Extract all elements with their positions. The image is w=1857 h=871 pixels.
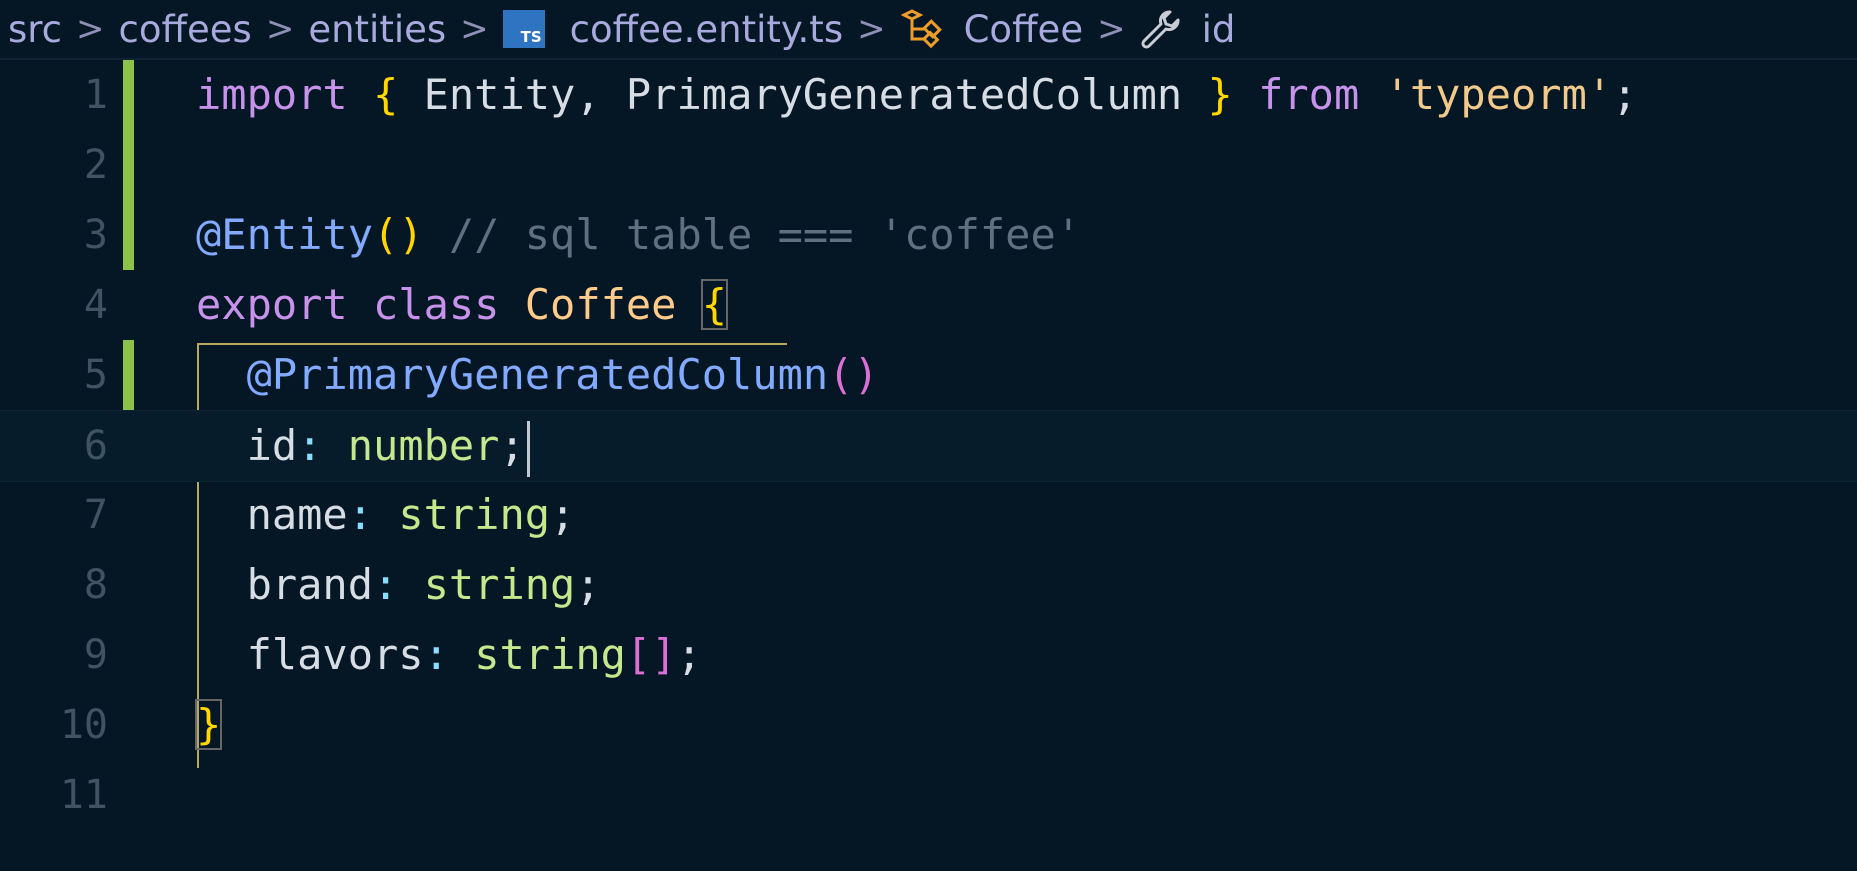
code-text: id: number; — [196, 411, 530, 481]
code-line-2[interactable]: 2 — [0, 130, 1857, 200]
line-number: 9 — [83, 632, 108, 678]
breadcrumb-src[interactable]: src — [8, 8, 62, 51]
code-line-10[interactable]: 10 } — [0, 690, 1857, 760]
line-number: 6 — [83, 423, 108, 469]
git-modified-indicator — [123, 60, 134, 130]
breadcrumb-coffees[interactable]: coffees — [119, 8, 252, 51]
code-line-1[interactable]: 1 import { Entity, PrimaryGeneratedColum… — [0, 60, 1857, 130]
code-text: brand: string; — [246, 560, 601, 609]
line-number: 4 — [83, 282, 108, 328]
breadcrumb-property[interactable]: id — [1140, 7, 1236, 51]
git-modified-indicator — [123, 200, 134, 270]
code-line-9[interactable]: 9 flavors: string[]; — [0, 620, 1857, 690]
line-number: 5 — [83, 352, 108, 398]
line-number: 3 — [83, 212, 108, 258]
code-editor[interactable]: 1 import { Entity, PrimaryGeneratedColum… — [0, 60, 1857, 871]
chevron-right-icon: > — [265, 9, 295, 49]
code-text: @PrimaryGeneratedColumn() — [246, 350, 879, 399]
code-line-3[interactable]: 3 @Entity() // sql table === 'coffee' — [0, 200, 1857, 270]
code-text: @Entity() // sql table === 'coffee' — [196, 210, 1082, 259]
code-text: name: string; — [246, 490, 576, 539]
chevron-right-icon: > — [460, 9, 489, 49]
line-number: 7 — [83, 492, 108, 538]
line-number: 1 — [83, 72, 108, 118]
code-text: export class Coffee { — [196, 279, 729, 330]
line-number: 10 — [59, 702, 108, 748]
chevron-right-icon: > — [857, 9, 886, 49]
breadcrumb-class[interactable]: Coffee — [900, 7, 1084, 51]
breadcrumb-label: id — [1201, 7, 1236, 51]
code-line-11[interactable]: 11 — [0, 760, 1857, 830]
typescript-file-icon: TS — [502, 10, 545, 48]
matching-bracket: { — [700, 279, 729, 330]
line-number: 11 — [59, 772, 108, 818]
breadcrumb-label: src — [8, 7, 63, 51]
matching-bracket: } — [194, 699, 223, 750]
breadcrumb-label: Coffee — [963, 7, 1084, 51]
line-number: 8 — [83, 562, 108, 608]
breadcrumb-label: entities — [308, 7, 447, 51]
code-text: import { Entity, PrimaryGeneratedColumn … — [196, 70, 1638, 119]
code-line-6[interactable]: 6 id: number; — [0, 410, 1857, 482]
git-modified-indicator — [123, 130, 134, 200]
code-line-7[interactable]: 7 name: string; — [0, 480, 1857, 550]
breadcrumb-file[interactable]: TS coffee.entity.ts — [502, 7, 844, 51]
line-number: 2 — [83, 142, 108, 188]
chevron-right-icon: > — [76, 9, 105, 49]
wrench-property-icon — [1140, 8, 1182, 50]
git-modified-indicator — [123, 340, 134, 410]
text-cursor — [526, 420, 530, 477]
code-line-5[interactable]: 5 @PrimaryGeneratedColumn() — [0, 340, 1857, 410]
class-symbol-icon — [900, 9, 944, 49]
breadcrumb-entities[interactable]: entities — [308, 8, 446, 51]
breadcrumb: src > coffees > entities > TS coffee.ent… — [0, 0, 1857, 60]
code-line-4[interactable]: 4 export class Coffee { — [0, 270, 1857, 340]
code-text: } — [194, 690, 223, 760]
chevron-right-icon: > — [1097, 9, 1126, 49]
breadcrumb-label: coffee.entity.ts — [569, 7, 844, 51]
code-text: flavors: string[]; — [246, 630, 702, 679]
breadcrumb-label: coffees — [118, 7, 252, 51]
code-line-8[interactable]: 8 brand: string; — [0, 550, 1857, 620]
